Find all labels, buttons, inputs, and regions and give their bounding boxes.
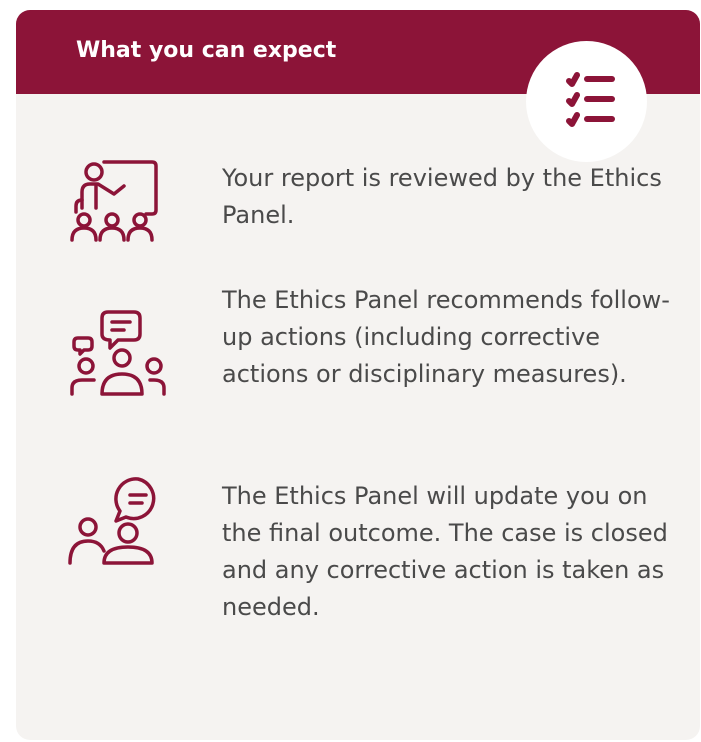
step-text: The Ethics Panel will update you on the … bbox=[222, 482, 668, 621]
conversation-icon bbox=[68, 477, 156, 565]
expectations-card: What you can expect Your report is revie… bbox=[16, 10, 700, 740]
step-text: The Ethics Panel recommends follow-up ac… bbox=[222, 286, 670, 388]
checklist-icon bbox=[566, 72, 615, 127]
presentation-audience-icon bbox=[70, 160, 158, 242]
card-title: What you can expect bbox=[76, 38, 337, 63]
checklist-badge bbox=[526, 41, 647, 162]
group-discussion-icon bbox=[70, 310, 166, 396]
step-text: Your report is reviewed by the Ethics Pa… bbox=[222, 164, 662, 229]
